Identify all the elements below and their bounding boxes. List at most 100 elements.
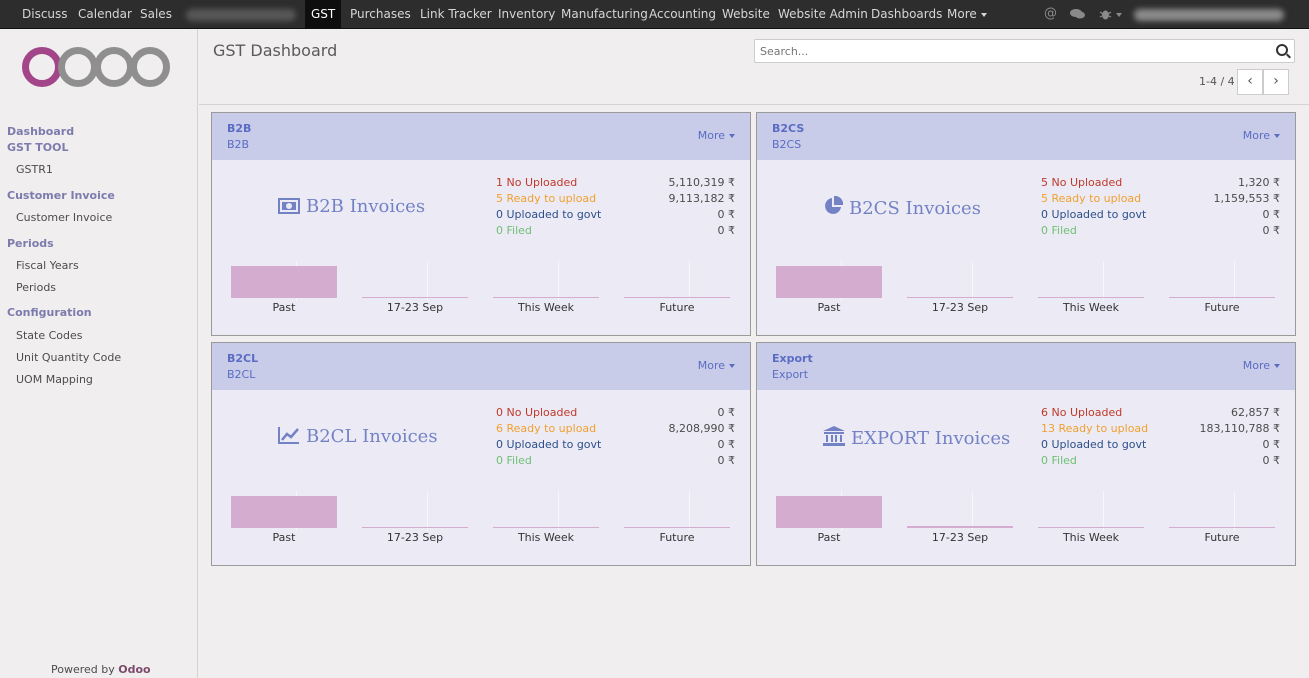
stat-label[interactable]: 13 Ready to upload [1041,422,1148,435]
graph-bar[interactable] [907,297,1013,298]
graph-bar[interactable] [776,496,882,528]
stat-label[interactable]: 0 Uploaded to govt [1041,438,1146,451]
card-more-label: More [1242,359,1270,372]
sidebar-item-periods[interactable]: Periods [16,281,56,294]
stat-label[interactable]: 0 Uploaded to govt [496,208,601,221]
stat-label[interactable]: 5 Ready to upload [1041,192,1141,205]
menu-discuss[interactable]: Discuss [16,0,74,29]
chevron-down-icon [1274,364,1280,368]
search-icon[interactable] [1276,44,1288,56]
stat-label[interactable]: 5 No Uploaded [1041,176,1122,189]
card-main-link[interactable]: EXPORT Invoices [823,426,1010,451]
menu-more-label: More [947,7,977,21]
menu-purchases[interactable]: Purchases [344,0,417,29]
dashboard-card-b2cs[interactable]: B2CS B2CS More B2CS Invoices 5 No Upload… [756,112,1296,336]
graph-bar[interactable] [493,527,599,528]
graph-bar[interactable] [231,496,337,528]
menu-dashboards[interactable]: Dashboards [865,0,948,29]
user-menu-blurred[interactable] [1134,9,1284,21]
graph-bar[interactable] [1169,527,1275,528]
menu-gst[interactable]: GST [305,0,342,29]
card-more-label: More [1242,129,1270,142]
graph-bar-label: Future [659,301,695,314]
graph-bar[interactable] [231,266,337,298]
sidebar-item-gstr1[interactable]: GSTR1 [16,163,53,176]
dashboard-card-export[interactable]: Export Export More EXPORT Invoices 6 No … [756,342,1296,566]
graph-gridline [972,491,973,531]
graph-bar-label: This Week [517,301,575,314]
graph-bar[interactable] [362,527,468,528]
bug-icon[interactable] [1099,8,1112,21]
menu-accounting[interactable]: Accounting [643,0,722,29]
sidebar-item-state-codes[interactable]: State Codes [16,329,83,342]
stat-label[interactable]: 0 Uploaded to govt [1041,208,1146,221]
graph-bar[interactable] [907,526,1013,528]
graph-bar[interactable] [624,527,730,528]
menu-inventory[interactable]: Inventory [492,0,561,29]
graph-bar[interactable] [1169,297,1275,298]
graph-bar[interactable] [624,297,730,298]
menu-website-admin[interactable]: Website Admin [772,0,874,29]
stat-label[interactable]: 0 Filed [496,454,532,467]
sidebar-item-fiscal-years[interactable]: Fiscal Years [16,259,79,272]
menu-calendar[interactable]: Calendar [72,0,138,29]
sidebar-head-periods[interactable]: Periods [7,237,54,250]
card-more-dropdown[interactable]: More [1243,359,1280,372]
card-code[interactable]: B2CS [772,122,804,135]
stat-label[interactable]: 0 No Uploaded [496,406,577,419]
at-sign-icon[interactable]: @ [1044,6,1057,21]
card-code[interactable]: B2CL [227,352,258,365]
sidebar-head-configuration[interactable]: Configuration [7,306,92,319]
stat-label[interactable]: 6 Ready to upload [496,422,596,435]
graph-bar[interactable] [493,297,599,298]
stat-label[interactable]: 0 Filed [496,224,532,237]
menu-more[interactable]: More [941,0,993,29]
graph-bar-label: Past [272,531,296,544]
graph-bar[interactable] [362,297,468,298]
debug-dropdown-icon[interactable] [1116,13,1122,17]
powered-by-odoo-link[interactable]: Odoo [118,663,150,676]
sidebar-item-uom-mapping[interactable]: UOM Mapping [16,373,93,386]
pager-next-button[interactable]: › [1263,69,1289,95]
card-subtitle: B2B [227,138,250,151]
graph-bar-label: 17-23 Sep [386,531,444,544]
graph-bar-label: 17-23 Sep [931,531,989,544]
graph-gridline [1234,491,1235,531]
stat-label[interactable]: 6 No Uploaded [1041,406,1122,419]
graph-bar[interactable] [1038,297,1144,298]
pager-previous-button[interactable]: ‹ [1237,69,1263,95]
dashboard-card-b2b[interactable]: B2B B2B More B2B Invoices 1 No Uploaded 5… [211,112,751,336]
card-code[interactable]: Export [772,352,813,365]
card-bar-graph [231,261,731,301]
menu-website[interactable]: Website [716,0,776,29]
card-main-link[interactable]: B2B Invoices [278,196,425,219]
stat-label[interactable]: 5 Ready to upload [496,192,596,205]
sidebar-head-gst-tool[interactable]: GST TOOL [7,141,69,154]
stat-label[interactable]: 0 Uploaded to govt [496,438,601,451]
search-input[interactable] [755,40,1255,62]
sidebar-head-customer-invoice[interactable]: Customer Invoice [7,189,115,202]
sidebar-item-unit-quantity-code[interactable]: Unit Quantity Code [16,351,121,364]
graph-bar[interactable] [776,266,882,298]
menu-manufacturing[interactable]: Manufacturing [555,0,654,29]
menu-link-tracker[interactable]: Link Tracker [414,0,498,29]
odoo-logo[interactable] [22,47,174,99]
top-navbar: Discuss Calendar Sales GST Purchases Lin… [0,0,1309,29]
stat-label[interactable]: 0 Filed [1041,454,1077,467]
graph-bar-label: 17-23 Sep [386,301,444,314]
sidebar-item-customer-invoice[interactable]: Customer Invoice [16,211,112,224]
dashboard-card-b2cl[interactable]: B2CL B2CL More B2CL Invoices 0 No Upload… [211,342,751,566]
stat-label[interactable]: 1 No Uploaded [496,176,577,189]
chat-icon[interactable] [1070,8,1085,20]
graph-gridline [427,491,428,531]
graph-bar[interactable] [1038,527,1144,528]
card-more-dropdown[interactable]: More [698,359,735,372]
card-main-link[interactable]: B2CS Invoices [823,195,981,221]
stat-label[interactable]: 0 Filed [1041,224,1077,237]
card-more-dropdown[interactable]: More [1243,129,1280,142]
sidebar-head-dashboard[interactable]: Dashboard [7,125,74,138]
menu-sales[interactable]: Sales [134,0,178,29]
card-code[interactable]: B2B [227,122,251,135]
card-more-dropdown[interactable]: More [698,129,735,142]
card-main-link[interactable]: B2CL Invoices [278,426,438,449]
